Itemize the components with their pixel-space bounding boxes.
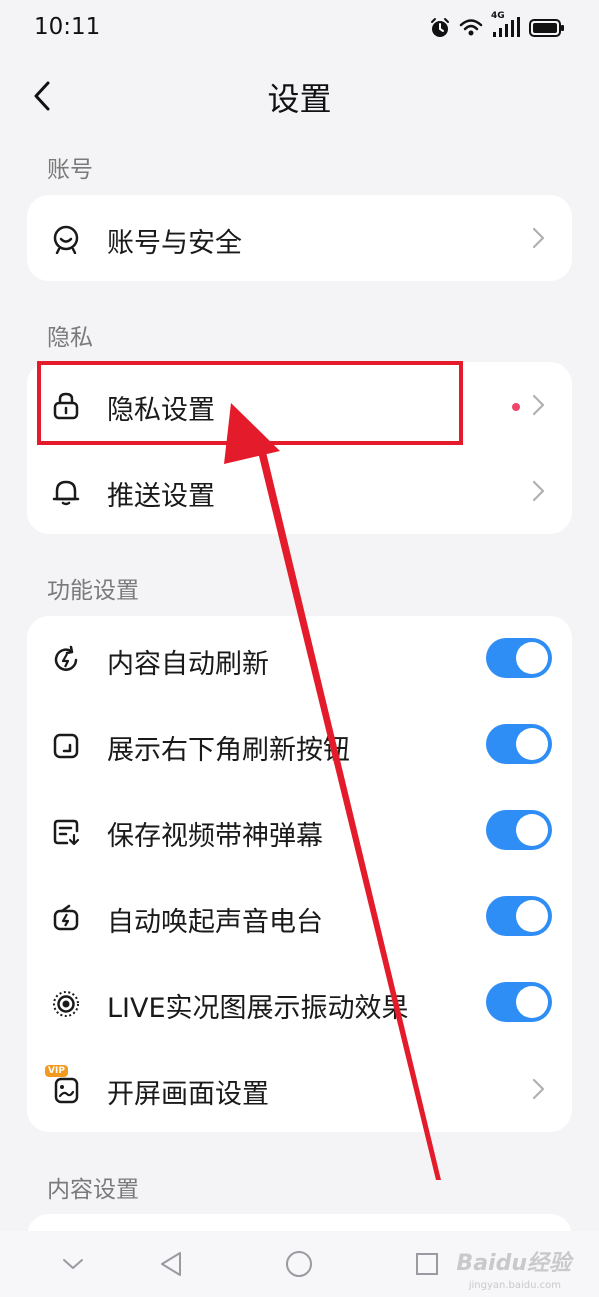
collapse-button[interactable] (56, 1247, 90, 1281)
chevron-right-icon (532, 394, 545, 416)
row-auto-refresh[interactable]: 内容自动刷新 (27, 616, 572, 702)
face-id-icon (53, 225, 79, 254)
toggle-knob (516, 900, 548, 932)
toggle-switch[interactable] (486, 638, 552, 678)
row-privacy-settings[interactable]: 隐私设置 (27, 362, 572, 448)
collapse-icon (63, 1259, 83, 1269)
watermark-sub: jingyan.baidu.com (468, 1280, 561, 1291)
splash-screen-icon-wrap: VIP (45, 1065, 81, 1105)
alarm-icon (429, 17, 451, 39)
row-save-video-danmaku[interactable]: 保存视频带神弹幕 (27, 788, 572, 874)
status-time: 10:11 (34, 14, 101, 40)
chevron-right-icon (532, 1078, 545, 1100)
section-label-content: 内容设置 (47, 1177, 139, 1203)
row-label: 账号与安全 (107, 228, 242, 259)
row-live-photo-vibration[interactable]: LIVE实况图展示振动效果 (27, 960, 572, 1046)
toggle-switch[interactable] (486, 896, 552, 936)
row-label: 隐私设置 (107, 395, 215, 426)
row-label: 开屏画面设置 (107, 1079, 269, 1110)
toggle-knob (516, 986, 548, 1018)
status-icons: 4G (429, 11, 565, 40)
vip-badge: VIP (45, 1065, 68, 1077)
toggle-knob (516, 728, 548, 760)
row-label: 自动唤起声音电台 (107, 907, 323, 938)
nav-back-button[interactable] (154, 1247, 188, 1281)
account-card: 账号与安全 (27, 195, 572, 281)
section-label-account: 账号 (47, 157, 93, 183)
chevron-right-icon (532, 480, 545, 502)
row-label: 推送设置 (107, 481, 215, 512)
watermark: Baidu经验 (456, 1251, 571, 1276)
lock-icon (53, 392, 79, 420)
section-label-privacy: 隐私 (47, 325, 93, 351)
toggle-knob (516, 642, 548, 674)
toggle-switch[interactable] (486, 724, 552, 764)
nav-home-button[interactable] (282, 1247, 316, 1281)
splash-screen-icon (54, 1077, 79, 1104)
page-title: 设置 (267, 80, 332, 118)
status-bar: 10:11 4G (0, 0, 599, 58)
radio-icon (53, 904, 79, 931)
battery-icon (529, 18, 565, 38)
header: 设置 (0, 62, 599, 130)
row-splash-screen-settings[interactable]: VIP 开屏画面设置 (27, 1046, 572, 1132)
network-label: 4G (491, 11, 505, 21)
refresh-icon (54, 645, 78, 671)
wifi-icon (459, 18, 483, 38)
row-corner-refresh-button[interactable]: 展示右下角刷新按钮 (27, 702, 572, 788)
row-label: 展示右下角刷新按钮 (107, 735, 350, 766)
bottom-nav: Baidu经验 jingyan.baidu.com (0, 1231, 599, 1297)
features-card: 内容自动刷新 展示右下角刷新按钮 保存视频带神弹幕 自动唤起声音电台 LIVE实… (27, 616, 572, 1132)
row-label: 内容自动刷新 (107, 649, 269, 680)
section-label-features: 功能设置 (47, 578, 139, 604)
toggle-knob (516, 814, 548, 846)
corner-button-icon (53, 733, 79, 759)
signal-icon: 4G (491, 11, 521, 39)
row-push-settings[interactable]: 推送设置 (27, 448, 572, 534)
nav-recents-button[interactable] (410, 1247, 444, 1281)
row-label: LIVE实况图展示振动效果 (107, 993, 409, 1024)
chevron-right-icon (532, 227, 545, 249)
live-photo-icon (53, 991, 79, 1017)
toggle-switch[interactable] (486, 810, 552, 850)
row-label: 保存视频带神弹幕 (107, 821, 323, 852)
back-triangle-icon (161, 1252, 181, 1276)
bell-icon (52, 480, 80, 506)
row-account-security[interactable]: 账号与安全 (27, 195, 572, 281)
privacy-card: 隐私设置 推送设置 (27, 362, 572, 534)
red-dot-badge (512, 403, 520, 411)
toggle-switch[interactable] (486, 982, 552, 1022)
home-circle-icon (286, 1251, 312, 1277)
danmaku-icon (53, 819, 80, 846)
recents-square-icon (416, 1253, 438, 1275)
row-auto-radio[interactable]: 自动唤起声音电台 (27, 874, 572, 960)
